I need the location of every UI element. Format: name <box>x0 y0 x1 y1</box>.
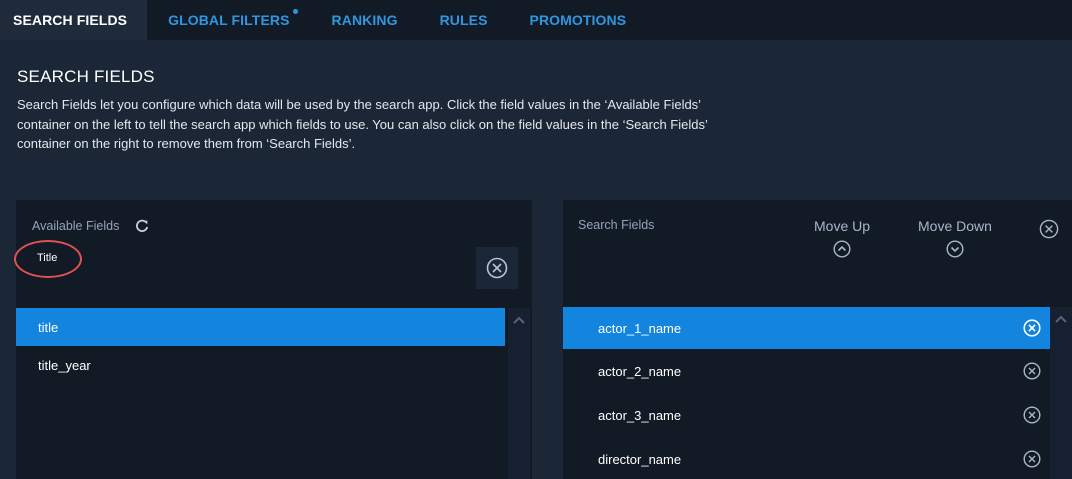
tab-label: GLOBAL FILTERS <box>168 12 290 28</box>
field-label: director_name <box>598 451 682 467</box>
clear-icon <box>486 257 508 279</box>
chevron-down-circle-icon <box>946 240 964 258</box>
tab-label: PROMOTIONS <box>529 12 627 28</box>
chevron-up-icon <box>513 316 525 324</box>
top-tab-bar: SEARCH FIELDS GLOBAL FILTERS RANKING RUL… <box>0 0 1072 40</box>
available-fields-label: Available Fields <box>32 219 120 233</box>
search-fields-panel: Search Fields Move Up Move Down actor_1_… <box>563 200 1072 479</box>
tab-label: RULES <box>439 12 488 28</box>
search-field-row[interactable]: actor_2_name <box>563 352 1050 390</box>
search-field-row[interactable]: actor_1_name <box>563 307 1050 349</box>
search-fields-scrollbar[interactable] <box>1050 307 1072 479</box>
tab-label: SEARCH FIELDS <box>13 12 128 28</box>
tab-global-filters[interactable]: GLOBAL FILTERS <box>147 0 310 40</box>
clear-filter-button[interactable] <box>476 247 518 289</box>
tab-rules[interactable]: RULES <box>419 0 509 40</box>
page-description: Search Fields let you configure which da… <box>17 97 708 151</box>
available-field-row[interactable]: title <box>16 308 505 346</box>
scroll-up-button[interactable] <box>508 310 530 330</box>
search-field-row[interactable]: actor_3_name <box>563 396 1050 434</box>
tab-search-fields[interactable]: SEARCH FIELDS <box>0 0 148 40</box>
field-label: actor_3_name <box>598 407 682 423</box>
field-label: actor_2_name <box>598 363 682 379</box>
filter-chip[interactable]: Title <box>37 252 57 264</box>
chevron-up-circle-icon <box>833 240 851 258</box>
field-label: title_year <box>38 357 91 373</box>
remove-icon[interactable] <box>1023 362 1041 380</box>
move-up-button[interactable]: Move Up <box>814 218 870 258</box>
field-label: title <box>38 319 59 335</box>
chevron-up-icon <box>1055 315 1067 323</box>
field-label: actor_1_name <box>598 320 682 336</box>
move-down-label: Move Down <box>918 218 992 234</box>
move-up-label: Move Up <box>814 218 871 234</box>
refresh-icon[interactable] <box>134 218 150 234</box>
available-field-row[interactable]: title_year <box>16 346 505 384</box>
tab-ranking[interactable]: RANKING <box>311 0 419 40</box>
clear-all-icon[interactable] <box>1039 219 1059 239</box>
tab-label: RANKING <box>331 12 398 28</box>
available-fields-scrollbar[interactable] <box>508 308 530 479</box>
page-title: SEARCH FIELDS <box>17 67 155 86</box>
scroll-up-button[interactable] <box>1050 309 1072 329</box>
remove-icon[interactable] <box>1023 450 1041 468</box>
move-down-button[interactable]: Move Down <box>918 218 992 258</box>
tab-promotions[interactable]: PROMOTIONS <box>509 0 648 40</box>
remove-icon[interactable] <box>1023 406 1041 424</box>
notification-dot <box>292 9 298 14</box>
remove-icon[interactable] <box>1023 319 1041 337</box>
available-fields-panel: Available Fields Title title title_year <box>14 200 532 479</box>
search-fields-label: Search Fields <box>578 218 655 232</box>
search-field-row[interactable]: director_name <box>563 440 1050 478</box>
